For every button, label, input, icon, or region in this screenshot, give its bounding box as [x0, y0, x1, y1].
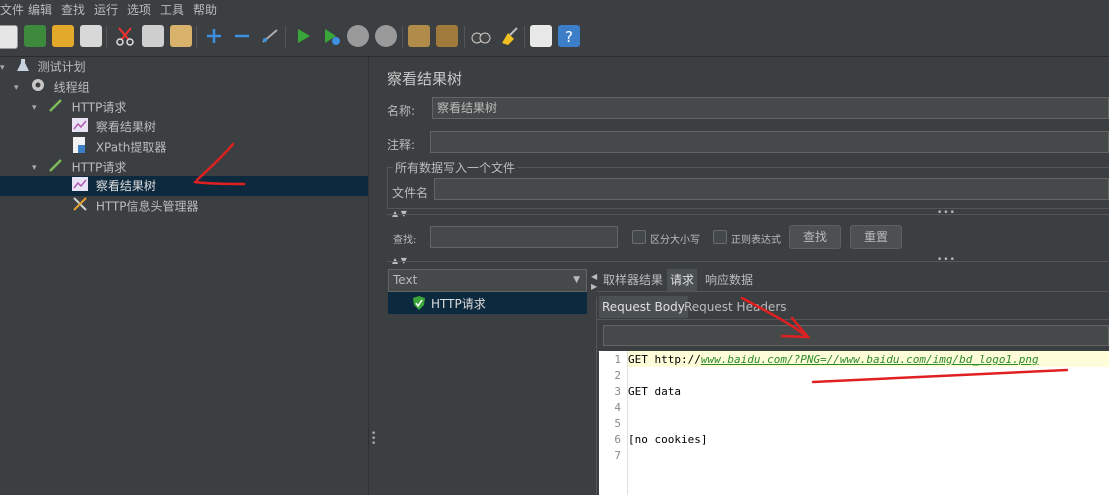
red-annotation-arrow	[193, 142, 246, 186]
new-icon[interactable]	[0, 25, 18, 49]
result-sample-label: HTTP请求	[431, 297, 486, 311]
divider-grip-icon[interactable]: •••	[937, 208, 956, 218]
tree-node-view-results-2[interactable]: 察看结果树	[72, 176, 156, 196]
start-no-pause-icon[interactable]	[320, 25, 342, 47]
renderer-value: Text	[393, 273, 418, 287]
clear-all-icon[interactable]	[436, 25, 458, 47]
open-icon[interactable]	[52, 25, 74, 47]
code-line-6: [no cookies]	[628, 433, 708, 446]
red-annotation-arrow	[740, 296, 1069, 384]
name-field[interactable]: 察看结果树	[432, 97, 1109, 119]
menu-edit[interactable]: 编辑	[28, 1, 52, 18]
cut-icon[interactable]	[114, 25, 136, 47]
regex-label: 正则表达式	[731, 235, 781, 246]
collapse-side-icon[interactable]: ◀ ▶	[591, 272, 597, 292]
panel-title: 察看结果树	[387, 70, 463, 88]
tools-icon	[72, 196, 92, 218]
pipette-icon	[48, 97, 68, 119]
menu-help[interactable]: 帮助	[193, 1, 217, 18]
search-icon[interactable]	[470, 25, 492, 47]
toolbar: ?	[0, 18, 1109, 57]
tree-selection-highlight	[0, 176, 368, 196]
chevron-down-icon[interactable]: ▾	[0, 58, 10, 78]
expand-icon[interactable]	[203, 25, 225, 47]
menu-options[interactable]: 选项	[127, 1, 151, 18]
search-label: 查找:	[393, 235, 417, 246]
tree-node-thread-group[interactable]: ▾ 线程组	[14, 77, 90, 97]
templates-icon[interactable]	[24, 25, 46, 47]
menu-search[interactable]: 查找	[61, 1, 85, 18]
collapse-icon[interactable]	[231, 25, 253, 47]
menu-file[interactable]: 文件	[0, 1, 24, 18]
file-group-title: 所有数据写入一个文件	[393, 159, 518, 176]
shutdown-icon[interactable]	[375, 25, 397, 47]
code-line-3: GET data	[628, 385, 681, 398]
chart-icon	[72, 176, 92, 197]
filename-label: 文件名	[392, 186, 429, 200]
toggle-icon[interactable]	[259, 25, 281, 47]
success-shield-icon	[412, 295, 426, 314]
menu-run[interactable]: 运行	[94, 1, 118, 18]
regex-checkbox[interactable]	[713, 230, 727, 244]
stop-icon[interactable]	[347, 25, 369, 47]
tree-node-header-manager[interactable]: HTTP信息头管理器	[72, 196, 199, 216]
gear-icon	[30, 77, 50, 99]
chart-icon	[72, 117, 92, 138]
chevron-down-icon[interactable]: ▼	[573, 270, 580, 290]
tab-request[interactable]: 请求	[667, 269, 698, 291]
filename-field[interactable]	[434, 178, 1109, 200]
reset-button[interactable]: 重置	[850, 225, 902, 249]
renderer-select[interactable]: Text ▼	[388, 269, 587, 292]
case-sensitive-label: 区分大小写	[650, 235, 700, 246]
tab-sampler-result[interactable]: 取样器结果	[600, 269, 666, 291]
tab-response-data[interactable]: 响应数据	[702, 269, 756, 291]
tree-node-view-results-1[interactable]: 察看结果树	[72, 117, 156, 137]
document-icon	[72, 137, 92, 159]
result-row[interactable]: HTTP请求	[388, 292, 587, 314]
name-label: 名称:	[387, 104, 416, 118]
divider-grip-icon[interactable]: •••	[937, 255, 956, 265]
tree-node-xpath[interactable]: XPath提取器	[72, 137, 166, 157]
help-icon[interactable]: ?	[558, 25, 580, 47]
reset-search-icon[interactable]	[498, 25, 520, 47]
tree-node-http-request-1[interactable]: ▾ HTTP请求	[32, 97, 126, 117]
svg-text:?: ?	[565, 28, 573, 46]
start-icon[interactable]	[292, 25, 314, 47]
clear-icon[interactable]	[408, 25, 430, 47]
function-helper-icon[interactable]	[530, 25, 552, 47]
tree-node-http-request-2[interactable]: ▾ HTTP请求	[32, 157, 126, 177]
menu-bar: 文件 编辑 查找 运行 选项 工具 帮助	[0, 0, 1109, 18]
case-sensitive-checkbox[interactable]	[632, 230, 646, 244]
tree-node-plan[interactable]: ▾ 测试计划	[0, 57, 86, 77]
paste-icon[interactable]	[170, 25, 192, 47]
chevron-down-icon[interactable]: ▾	[32, 98, 44, 118]
save-icon[interactable]	[80, 25, 102, 47]
copy-icon[interactable]	[142, 25, 164, 47]
comment-label: 注释:	[387, 138, 416, 152]
subtab-request-body[interactable]: Request Body	[599, 296, 688, 318]
chevron-down-icon[interactable]: ▾	[14, 78, 26, 98]
chevron-down-icon[interactable]: ▾	[32, 158, 44, 178]
menu-tools[interactable]: 工具	[160, 1, 184, 18]
comment-field[interactable]	[430, 131, 1109, 153]
flask-icon	[16, 58, 34, 78]
search-button[interactable]: 查找	[789, 225, 841, 249]
test-plan-tree: ▾ 测试计划 ▾ 线程组 ▾ HTTP请求 察看结果树 XPath提取器 ▾ H…	[0, 57, 368, 495]
search-field[interactable]	[430, 226, 618, 248]
